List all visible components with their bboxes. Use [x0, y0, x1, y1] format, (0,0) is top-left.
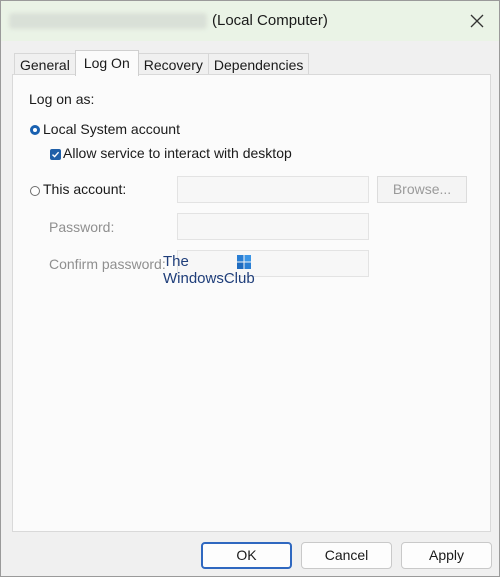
password-input[interactable]	[177, 213, 369, 240]
tab-log-on[interactable]: Log On	[74, 50, 139, 76]
browse-button[interactable]: Browse...	[377, 176, 467, 203]
apply-button[interactable]: Apply	[401, 542, 492, 569]
interact-desktop-checkbox[interactable]	[50, 149, 61, 160]
this-account-label[interactable]: This account:	[43, 181, 126, 197]
tab-general[interactable]: General	[14, 53, 76, 76]
local-system-radio[interactable]	[30, 125, 40, 135]
password-label: Password:	[49, 219, 115, 235]
close-button[interactable]	[463, 7, 491, 35]
tab-strip: General Log On Recovery Dependencies	[14, 50, 310, 76]
this-account-radio[interactable]	[30, 186, 40, 196]
windows-logo-icon	[237, 255, 251, 269]
service-properties-dialog: (Local Computer) General Log On Recovery…	[0, 0, 500, 577]
title-bar: (Local Computer)	[1, 1, 499, 41]
checkmark-icon	[52, 151, 60, 158]
close-icon	[470, 14, 484, 28]
log-on-panel: Log on as: Local System account Allow se…	[12, 74, 491, 532]
thewindowsclub-watermark: The WindowsClub	[163, 253, 263, 289]
this-account-input[interactable]	[177, 176, 369, 203]
watermark-line1: The	[163, 253, 189, 270]
tab-recovery[interactable]: Recovery	[137, 53, 209, 76]
ok-button[interactable]: OK	[201, 542, 292, 569]
local-system-label[interactable]: Local System account	[43, 121, 180, 137]
blurred-service-name	[9, 13, 207, 29]
confirm-password-label: Confirm password:	[49, 256, 166, 272]
window-title: (Local Computer)	[212, 12, 328, 29]
cancel-button[interactable]: Cancel	[301, 542, 392, 569]
interact-desktop-label[interactable]: Allow service to interact with desktop	[63, 145, 292, 161]
log-on-as-heading: Log on as:	[29, 91, 95, 107]
watermark-line2: WindowsClub	[163, 270, 255, 287]
tab-dependencies[interactable]: Dependencies	[207, 53, 310, 76]
